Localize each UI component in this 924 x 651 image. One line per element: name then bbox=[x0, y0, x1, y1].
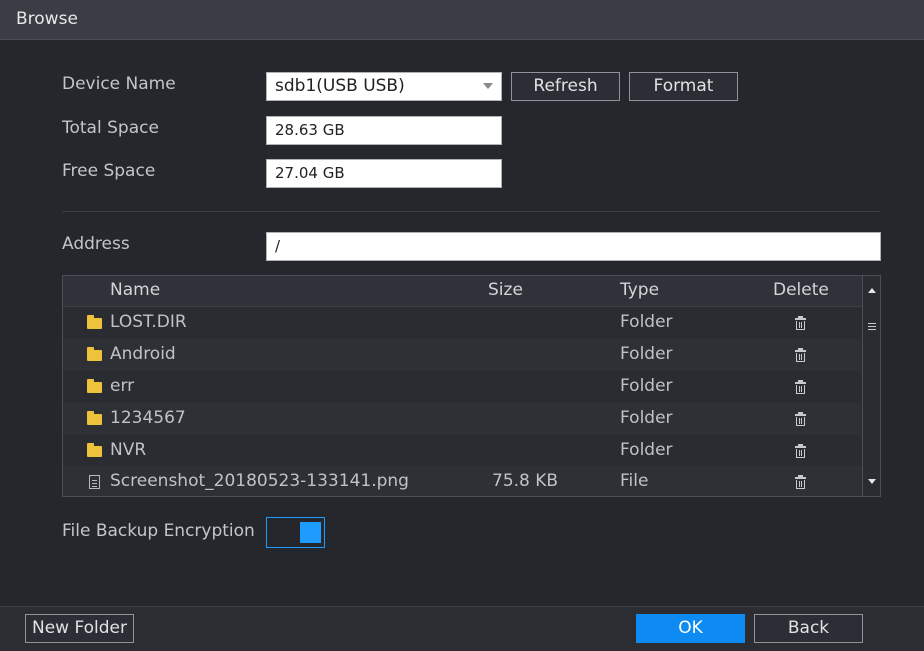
file-type: File bbox=[620, 471, 649, 491]
column-header-delete: Delete bbox=[773, 280, 829, 300]
file-name: Screenshot_20180523-133141.png bbox=[110, 471, 409, 491]
file-name: 1234567 bbox=[110, 408, 186, 428]
new-folder-button[interactable]: New Folder bbox=[25, 614, 134, 643]
address-input[interactable]: / bbox=[266, 232, 881, 261]
delete-icon[interactable] bbox=[795, 316, 806, 330]
scroll-thumb[interactable] bbox=[865, 308, 878, 464]
toggle-knob bbox=[300, 522, 321, 543]
window-title: Browse bbox=[16, 9, 78, 29]
file-type: Folder bbox=[620, 408, 673, 428]
device-name-select[interactable]: sdb1(USB USB) bbox=[266, 72, 502, 101]
column-header-type[interactable]: Type bbox=[620, 280, 659, 300]
file-type: Folder bbox=[620, 440, 673, 460]
dropdown-arrow-icon bbox=[483, 83, 493, 89]
folder-icon bbox=[87, 347, 102, 361]
free-space-label: Free Space bbox=[62, 161, 156, 181]
file-name: Android bbox=[110, 344, 176, 364]
refresh-button[interactable]: Refresh bbox=[511, 72, 620, 101]
delete-icon[interactable] bbox=[795, 444, 806, 458]
delete-icon[interactable] bbox=[795, 380, 806, 394]
free-space-field: 27.04 GB bbox=[266, 159, 502, 188]
file-type: Folder bbox=[620, 344, 673, 364]
table-row[interactable]: LOST.DIR Folder bbox=[63, 307, 862, 339]
ok-button[interactable]: OK bbox=[636, 614, 745, 643]
folder-icon bbox=[87, 315, 102, 329]
file-type: Folder bbox=[620, 312, 673, 332]
file-size: 75.8 KB bbox=[492, 471, 559, 491]
file-name: LOST.DIR bbox=[110, 312, 187, 332]
delete-icon[interactable] bbox=[795, 412, 806, 426]
encryption-label: File Backup Encryption bbox=[62, 521, 255, 541]
column-header-size[interactable]: Size bbox=[488, 280, 523, 300]
format-button[interactable]: Format bbox=[629, 72, 738, 101]
folder-icon bbox=[87, 379, 102, 393]
scroll-up-icon[interactable] bbox=[868, 288, 876, 293]
column-header-name[interactable]: Name bbox=[110, 280, 160, 300]
file-name: err bbox=[110, 376, 135, 396]
file-name: NVR bbox=[110, 440, 147, 460]
section-divider bbox=[62, 211, 880, 212]
total-space-field: 28.63 GB bbox=[266, 116, 502, 145]
delete-icon[interactable] bbox=[795, 348, 806, 362]
device-name-label: Device Name bbox=[62, 74, 176, 94]
table-row[interactable]: Screenshot_20180523-133141.png 75.8 KB F… bbox=[63, 466, 862, 496]
table-row[interactable]: err Folder bbox=[63, 371, 862, 403]
grip-icon bbox=[868, 323, 876, 324]
scroll-down-icon[interactable] bbox=[868, 479, 876, 484]
device-name-value: sdb1(USB USB) bbox=[275, 76, 405, 96]
encryption-toggle[interactable] bbox=[266, 517, 325, 548]
table-row[interactable]: Android Folder bbox=[63, 339, 862, 371]
title-bar: Browse bbox=[0, 0, 924, 40]
table-scrollbar[interactable] bbox=[862, 276, 880, 496]
table-header: Name Size Type Delete bbox=[63, 276, 862, 307]
back-button[interactable]: Back bbox=[754, 614, 863, 643]
table-row[interactable]: 1234567 Folder bbox=[63, 403, 862, 435]
folder-icon bbox=[87, 443, 102, 457]
file-table: Name Size Type Delete LOST.DIR Folder An… bbox=[62, 275, 881, 497]
total-space-label: Total Space bbox=[62, 118, 159, 138]
delete-icon[interactable] bbox=[795, 475, 806, 489]
file-type: Folder bbox=[620, 376, 673, 396]
folder-icon bbox=[87, 411, 102, 425]
file-icon bbox=[89, 475, 100, 489]
table-row[interactable]: NVR Folder bbox=[63, 435, 862, 467]
address-label: Address bbox=[62, 234, 130, 254]
